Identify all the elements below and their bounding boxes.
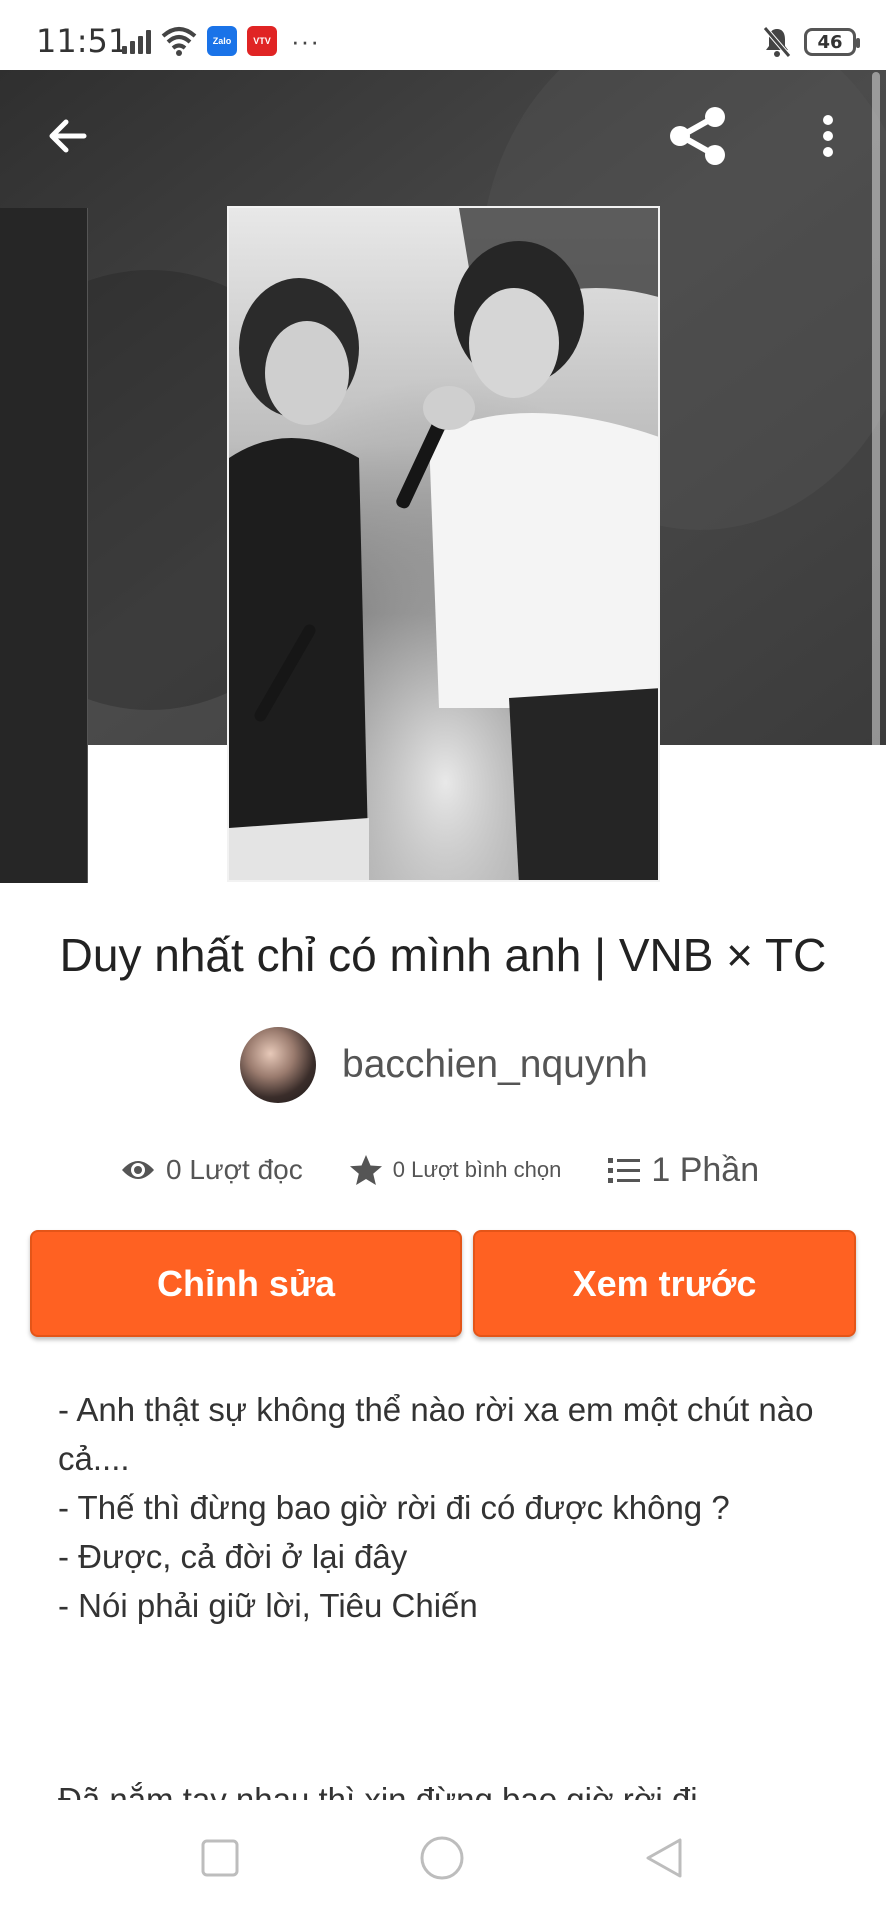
wifi-icon <box>161 27 197 56</box>
home-icon[interactable] <box>419 1835 465 1881</box>
status-bar: 11:51 Zalo VTV ··· 46 <box>0 0 886 70</box>
cover-photo <box>229 208 658 880</box>
author-name[interactable]: bacchien_nquynh <box>342 1043 648 1087</box>
vtv-app-icon: VTV <box>247 26 277 56</box>
zalo-app-icon: Zalo <box>207 26 237 56</box>
signal-icon <box>122 28 151 54</box>
description-line: - Anh thật sự không thể nào rời xa em mộ… <box>58 1391 814 1477</box>
parts-stat: 1 Phần <box>607 1151 759 1190</box>
system-nav-bar <box>0 1800 886 1920</box>
author-row[interactable]: bacchien_nquynh <box>240 1027 648 1103</box>
more-options-button[interactable] <box>788 96 868 176</box>
back-button[interactable] <box>28 96 108 176</box>
story-title: Duy nhất chỉ có mình anh | VNB × TC <box>59 929 827 981</box>
story-description: - Anh thật sự không thể nào rời xa em mộ… <box>58 1385 848 1630</box>
arrow-left-icon <box>49 119 87 153</box>
bell-off-icon <box>763 26 791 58</box>
votes-count: 0 Lượt bình chọn <box>392 1157 562 1182</box>
avatar[interactable] <box>240 1027 316 1103</box>
story-stats: 0 Lượt đọc 0 Lượt bình chọn 1 Phần <box>120 1140 759 1200</box>
more-vertical-icon <box>823 115 833 157</box>
status-icons: Zalo VTV ··· <box>122 26 320 56</box>
more-notifications-icon: ··· <box>291 25 320 56</box>
share-icon <box>670 107 725 165</box>
previous-cover-thumbnail[interactable] <box>0 208 88 883</box>
list-icon <box>608 1158 641 1183</box>
status-right: 46 <box>762 26 860 58</box>
votes-stat: 0 Lượt bình chọn <box>349 1154 562 1186</box>
preview-button[interactable]: Xem trước <box>473 1230 856 1337</box>
description-truncated-line: Đã nắm tay nhau thì xin đừng bao giờ rời… <box>58 1781 698 1803</box>
description-line: - Thế thì đừng bao giờ rời đi có được kh… <box>58 1489 730 1526</box>
description-line: - Được, cả đời ở lại đây <box>58 1538 408 1575</box>
parts-count: 1 Phần <box>651 1150 760 1189</box>
story-cover-image[interactable] <box>227 206 660 882</box>
reads-count: 0 Lượt đọc <box>166 1154 303 1185</box>
eye-icon <box>122 1161 154 1179</box>
reads-stat: 0 Lượt đọc <box>120 1154 303 1186</box>
edit-button[interactable]: Chỉnh sửa <box>30 1230 462 1337</box>
share-button[interactable] <box>658 96 738 176</box>
recent-apps-icon[interactable] <box>200 1838 240 1878</box>
star-icon <box>349 1155 382 1185</box>
status-time: 11:51 <box>36 22 129 60</box>
scrollbar[interactable] <box>872 72 880 745</box>
battery-icon: 46 <box>804 28 860 56</box>
description-line: - Nói phải giữ lời, Tiêu Chiến <box>58 1587 478 1624</box>
back-nav-icon[interactable] <box>642 1836 686 1880</box>
